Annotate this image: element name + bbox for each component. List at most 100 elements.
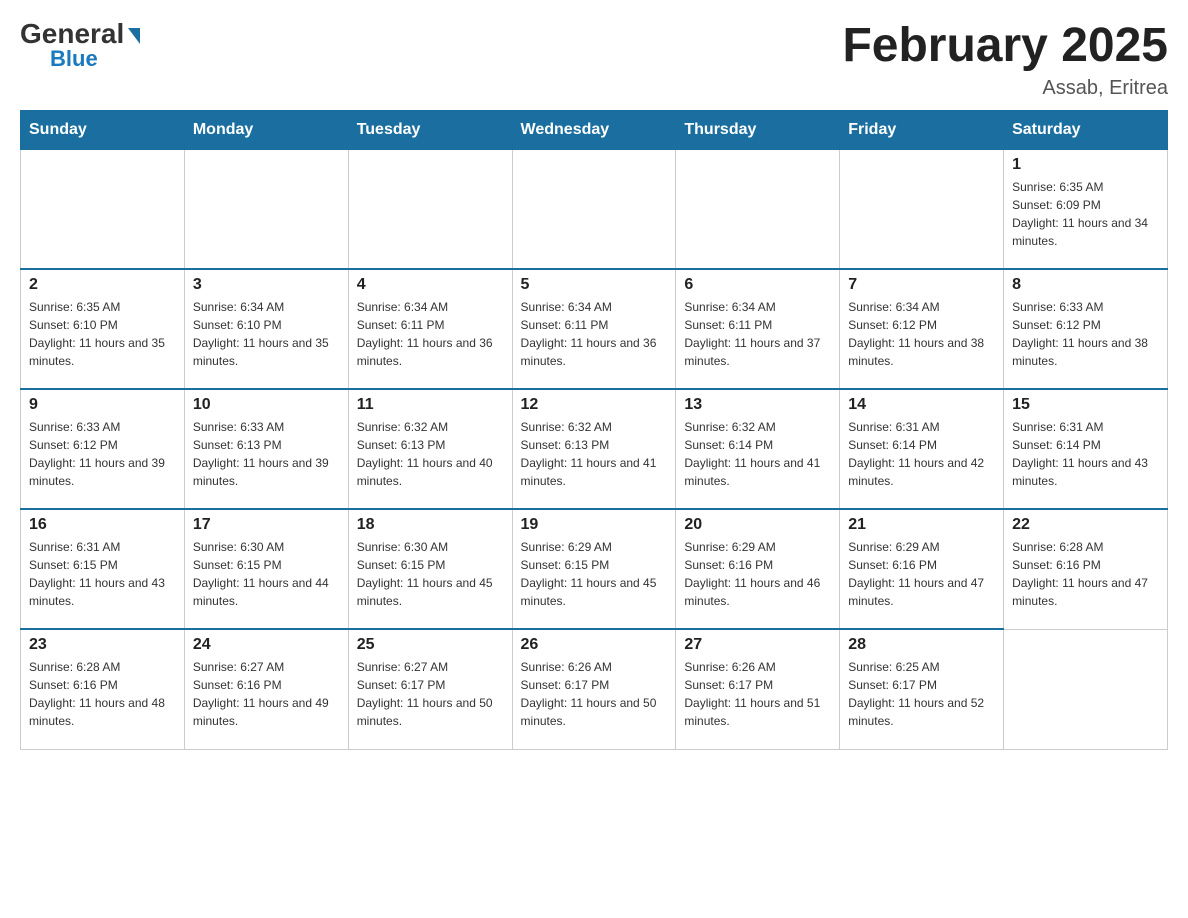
day-number: 25 [357,636,504,654]
calendar-cell: 21 Sunrise: 6:29 AM Sunset: 6:16 PM Dayli… [840,509,1004,629]
day-info: Sunrise: 6:26 AM Sunset: 6:17 PM Dayligh… [684,658,831,730]
calendar-cell: 15 Sunrise: 6:31 AM Sunset: 6:14 PM Dayli… [1004,389,1168,509]
day-number: 21 [848,516,995,534]
calendar-week-row: 1 Sunrise: 6:35 AM Sunset: 6:09 PM Daylig… [21,149,1168,269]
day-info: Sunrise: 6:32 AM Sunset: 6:13 PM Dayligh… [521,418,668,490]
day-info: Sunrise: 6:34 AM Sunset: 6:12 PM Dayligh… [848,298,995,370]
calendar-cell: 9 Sunrise: 6:33 AM Sunset: 6:12 PM Daylig… [21,389,185,509]
header-thursday: Thursday [676,110,840,149]
calendar-cell [512,149,676,269]
logo-blue-text: Blue [50,48,98,70]
calendar-cell: 8 Sunrise: 6:33 AM Sunset: 6:12 PM Daylig… [1004,269,1168,389]
day-number: 7 [848,276,995,294]
calendar-cell: 2 Sunrise: 6:35 AM Sunset: 6:10 PM Daylig… [21,269,185,389]
day-number: 9 [29,396,176,414]
calendar-cell [348,149,512,269]
day-info: Sunrise: 6:29 AM Sunset: 6:16 PM Dayligh… [684,538,831,610]
calendar-cell: 17 Sunrise: 6:30 AM Sunset: 6:15 PM Dayli… [184,509,348,629]
calendar-cell [676,149,840,269]
logo-triangle-icon [128,28,140,44]
day-number: 18 [357,516,504,534]
day-info: Sunrise: 6:25 AM Sunset: 6:17 PM Dayligh… [848,658,995,730]
calendar-week-row: 9 Sunrise: 6:33 AM Sunset: 6:12 PM Daylig… [21,389,1168,509]
calendar-cell: 10 Sunrise: 6:33 AM Sunset: 6:13 PM Dayli… [184,389,348,509]
day-info: Sunrise: 6:31 AM Sunset: 6:14 PM Dayligh… [1012,418,1159,490]
day-info: Sunrise: 6:31 AM Sunset: 6:14 PM Dayligh… [848,418,995,490]
day-info: Sunrise: 6:30 AM Sunset: 6:15 PM Dayligh… [193,538,340,610]
day-number: 1 [1012,156,1159,174]
day-number: 26 [521,636,668,654]
day-info: Sunrise: 6:35 AM Sunset: 6:09 PM Dayligh… [1012,178,1159,250]
calendar-cell: 11Sunrise: 6:32 AM Sunset: 6:13 PM Dayli… [348,389,512,509]
day-number: 28 [848,636,995,654]
day-info: Sunrise: 6:26 AM Sunset: 6:17 PM Dayligh… [521,658,668,730]
day-info: Sunrise: 6:34 AM Sunset: 6:11 PM Dayligh… [684,298,831,370]
day-number: 4 [357,276,504,294]
header-saturday: Saturday [1004,110,1168,149]
day-info: Sunrise: 6:32 AM Sunset: 6:13 PM Dayligh… [357,418,504,490]
calendar-cell: 12 Sunrise: 6:32 AM Sunset: 6:13 PM Dayli… [512,389,676,509]
day-info: Sunrise: 6:29 AM Sunset: 6:16 PM Dayligh… [848,538,995,610]
day-number: 24 [193,636,340,654]
calendar-cell: 19 Sunrise: 6:29 AM Sunset: 6:15 PM Dayli… [512,509,676,629]
calendar-cell: 14 Sunrise: 6:31 AM Sunset: 6:14 PM Dayli… [840,389,1004,509]
day-info: Sunrise: 6:33 AM Sunset: 6:13 PM Dayligh… [193,418,340,490]
day-info: Sunrise: 6:34 AM Sunset: 6:11 PM Dayligh… [521,298,668,370]
day-info: Sunrise: 6:28 AM Sunset: 6:16 PM Dayligh… [29,658,176,730]
month-title: February 2025 [842,20,1168,73]
calendar-cell [840,149,1004,269]
header-tuesday: Tuesday [348,110,512,149]
day-number: 5 [521,276,668,294]
day-info: Sunrise: 6:27 AM Sunset: 6:16 PM Dayligh… [193,658,340,730]
day-info: Sunrise: 6:34 AM Sunset: 6:11 PM Dayligh… [357,298,504,370]
calendar-cell: 20Sunrise: 6:29 AM Sunset: 6:16 PM Dayli… [676,509,840,629]
calendar-cell [1004,629,1168,749]
calendar-cell: 24 Sunrise: 6:27 AM Sunset: 6:16 PM Dayli… [184,629,348,749]
day-number: 17 [193,516,340,534]
calendar-cell: 1 Sunrise: 6:35 AM Sunset: 6:09 PM Daylig… [1004,149,1168,269]
calendar-cell: 3Sunrise: 6:34 AM Sunset: 6:10 PM Daylig… [184,269,348,389]
calendar-table: Sunday Monday Tuesday Wednesday Thursday… [20,110,1168,750]
day-info: Sunrise: 6:30 AM Sunset: 6:15 PM Dayligh… [357,538,504,610]
day-info: Sunrise: 6:31 AM Sunset: 6:15 PM Dayligh… [29,538,176,610]
day-info: Sunrise: 6:33 AM Sunset: 6:12 PM Dayligh… [29,418,176,490]
day-number: 19 [521,516,668,534]
day-number: 8 [1012,276,1159,294]
day-info: Sunrise: 6:27 AM Sunset: 6:17 PM Dayligh… [357,658,504,730]
calendar-week-row: 16Sunrise: 6:31 AM Sunset: 6:15 PM Dayli… [21,509,1168,629]
calendar-cell [21,149,185,269]
calendar-week-row: 2 Sunrise: 6:35 AM Sunset: 6:10 PM Daylig… [21,269,1168,389]
header-friday: Friday [840,110,1004,149]
calendar-cell [184,149,348,269]
day-number: 2 [29,276,176,294]
day-number: 15 [1012,396,1159,414]
day-number: 13 [684,396,831,414]
calendar-cell: 18 Sunrise: 6:30 AM Sunset: 6:15 PM Dayli… [348,509,512,629]
day-number: 27 [684,636,831,654]
page-header: General Blue February 2025 Assab, Eritre… [20,20,1168,100]
calendar-header-row: Sunday Monday Tuesday Wednesday Thursday… [21,110,1168,149]
calendar-cell: 28 Sunrise: 6:25 AM Sunset: 6:17 PM Dayli… [840,629,1004,749]
header-sunday: Sunday [21,110,185,149]
day-info: Sunrise: 6:29 AM Sunset: 6:15 PM Dayligh… [521,538,668,610]
calendar-cell: 27 Sunrise: 6:26 AM Sunset: 6:17 PM Dayli… [676,629,840,749]
day-info: Sunrise: 6:33 AM Sunset: 6:12 PM Dayligh… [1012,298,1159,370]
day-info: Sunrise: 6:35 AM Sunset: 6:10 PM Dayligh… [29,298,176,370]
day-info: Sunrise: 6:32 AM Sunset: 6:14 PM Dayligh… [684,418,831,490]
calendar-cell: 5 Sunrise: 6:34 AM Sunset: 6:11 PM Daylig… [512,269,676,389]
calendar-cell: 26 Sunrise: 6:26 AM Sunset: 6:17 PM Dayli… [512,629,676,749]
header-wednesday: Wednesday [512,110,676,149]
calendar-cell: 13 Sunrise: 6:32 AM Sunset: 6:14 PM Dayli… [676,389,840,509]
day-number: 12 [521,396,668,414]
logo-general-text: General [20,20,124,48]
calendar-cell: 16Sunrise: 6:31 AM Sunset: 6:15 PM Dayli… [21,509,185,629]
calendar-cell: 25 Sunrise: 6:27 AM Sunset: 6:17 PM Dayli… [348,629,512,749]
day-number: 14 [848,396,995,414]
calendar-cell: 6Sunrise: 6:34 AM Sunset: 6:11 PM Daylig… [676,269,840,389]
day-number: 22 [1012,516,1159,534]
day-number: 3 [193,276,340,294]
calendar-cell: 23Sunrise: 6:28 AM Sunset: 6:16 PM Dayli… [21,629,185,749]
title-section: February 2025 Assab, Eritrea [842,20,1168,100]
day-number: 10 [193,396,340,414]
calendar-week-row: 23Sunrise: 6:28 AM Sunset: 6:16 PM Dayli… [21,629,1168,749]
